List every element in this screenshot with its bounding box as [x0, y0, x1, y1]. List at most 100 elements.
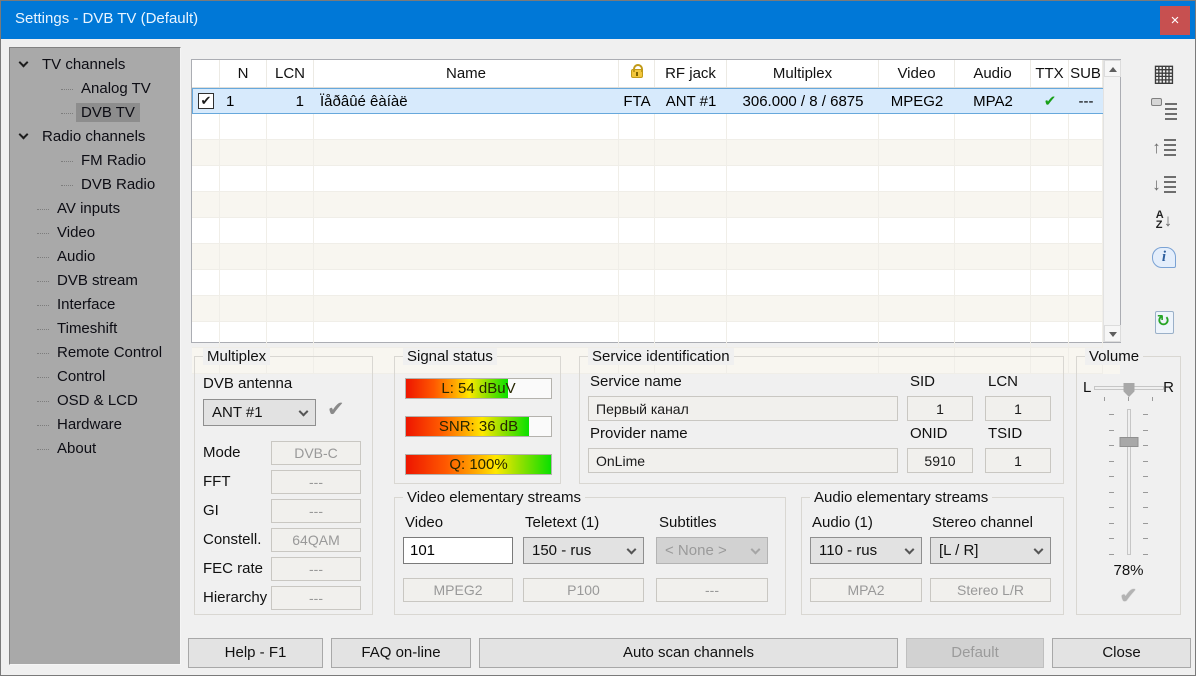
sidebar-item-hardware[interactable]: Hardware: [10, 413, 180, 437]
sidebar-item-av-inputs[interactable]: AV inputs: [10, 197, 180, 221]
mode-label: Mode: [203, 444, 241, 461]
chevron-down-icon[interactable]: [19, 130, 29, 140]
volume-slider[interactable]: [1127, 409, 1131, 555]
sidebar-item-control[interactable]: Control: [10, 365, 180, 389]
sidebar-item-interface[interactable]: Interface: [10, 293, 180, 317]
dvb-antenna-select[interactable]: ANT #1: [203, 399, 316, 426]
column-header-ttx[interactable]: TTX: [1031, 60, 1069, 87]
channel-enabled-checkbox[interactable]: ✔: [198, 93, 214, 109]
column-header-encryption[interactable]: [619, 60, 655, 87]
edit-channel-button[interactable]: [1147, 95, 1181, 127]
column-header-sub[interactable]: SUB: [1069, 60, 1103, 87]
video-pid-input[interactable]: [403, 537, 513, 564]
auto-scan-channels-button[interactable]: Auto scan channels: [479, 638, 898, 668]
sidebar-item-radio-channels[interactable]: Radio channels: [10, 125, 180, 149]
channel-table[interactable]: NLCNName RF jackMultiplexVideoAudioTTXSUB…: [191, 59, 1121, 343]
sidebar-item-label: DVB stream: [52, 271, 143, 290]
chevron-down-icon: [299, 406, 309, 416]
multiplex-group: Multiplex DVB antenna ANT #1 ✔ Mode FFT …: [194, 356, 373, 615]
hierarchy-label: Hierarchy: [203, 589, 267, 606]
balance-slider-thumb[interactable]: [1124, 383, 1135, 397]
group-title: Audio elementary streams: [810, 489, 992, 506]
stereo-channel-select[interactable]: [L / R]: [930, 537, 1051, 564]
cell-name: Ïåðâûé êàíàë: [314, 88, 619, 114]
chevron-down-icon[interactable]: [19, 58, 29, 68]
stereo-channel-label: Stereo channel: [932, 514, 1033, 531]
antenna-check-icon: ✔: [327, 397, 345, 422]
sidebar-item-label: AV inputs: [52, 199, 125, 218]
channel-info-button[interactable]: i: [1147, 241, 1181, 273]
sidebar-item-label: Control: [52, 367, 110, 386]
sidebar-item-dvb-radio[interactable]: DVB Radio: [10, 173, 180, 197]
help-button[interactable]: Help - F1: [188, 638, 323, 668]
column-header-multiplex[interactable]: Multiplex: [727, 60, 879, 87]
cell-video: MPEG2: [879, 88, 955, 114]
sort-az-icon: AZ: [1156, 210, 1164, 230]
scroll-up-button[interactable]: [1104, 60, 1121, 77]
scroll-down-button[interactable]: [1104, 325, 1121, 342]
move-up-button[interactable]: ↑: [1147, 131, 1181, 163]
signal-status-group: Signal status L: 54 dBuV SNR: 36 dB Q: 1…: [394, 356, 561, 484]
sidebar-item-analog-tv[interactable]: Analog TV: [10, 77, 180, 101]
column-header-audio[interactable]: Audio: [955, 60, 1031, 87]
group-title: Signal status: [403, 348, 497, 365]
channel-grid-button[interactable]: ▦: [1147, 58, 1181, 90]
teletext-select[interactable]: 150 - rus: [523, 537, 644, 564]
column-header-n[interactable]: N: [220, 60, 267, 87]
table-row-empty: [192, 270, 1120, 296]
window-title: Settings - DVB TV (Default): [15, 10, 198, 27]
onid-value: 5910: [907, 448, 973, 473]
sidebar-item-fm-radio[interactable]: FM Radio: [10, 149, 180, 173]
move-down-button[interactable]: ↓: [1147, 168, 1181, 200]
column-header-rf-jack[interactable]: RF jack: [655, 60, 727, 87]
arrow-down-icon: ↓: [1152, 176, 1161, 193]
ttx-check-icon: MPA2: [973, 93, 1013, 110]
refresh-list-button[interactable]: ↻: [1147, 306, 1181, 338]
column-header-lcn[interactable]: LCN: [267, 60, 314, 87]
fft-value: ---: [271, 470, 361, 494]
balance-slider[interactable]: [1094, 386, 1164, 390]
sort-az-button[interactable]: AZ ↓: [1147, 204, 1181, 236]
table-row[interactable]: ✔ 1 1 Ïåðâûé êàíàë FTA ANT #1 306.000 / …: [192, 88, 1120, 114]
column-header-checkbox[interactable]: [192, 60, 220, 87]
sidebar-item-dvb-stream[interactable]: DVB stream: [10, 269, 180, 293]
padlock-icon: [631, 69, 643, 78]
table-row-empty: [192, 244, 1120, 270]
sidebar-item-video[interactable]: Video: [10, 221, 180, 245]
titlebar[interactable]: Settings - DVB TV (Default) ×: [1, 1, 1195, 39]
cell-access: FTA: [619, 88, 655, 114]
fec-rate-label: FEC rate: [203, 560, 263, 577]
video-streams-group: Video elementary streams Video Teletext …: [394, 497, 786, 615]
lcn-value: 1: [985, 396, 1051, 421]
edit-item-icon: [1151, 98, 1162, 106]
sidebar-item-tv-channels[interactable]: TV channels: [10, 53, 180, 77]
sidebar-item-label: TV channels: [37, 55, 130, 74]
table-scrollbar[interactable]: [1103, 60, 1120, 342]
sidebar-item-timeshift[interactable]: Timeshift: [10, 317, 180, 341]
volume-apply-button[interactable]: ✔: [1077, 583, 1180, 609]
default-button[interactable]: Default: [906, 638, 1044, 668]
audio-select[interactable]: 110 - rus: [810, 537, 922, 564]
sidebar-item-dvb-tv[interactable]: DVB TV: [10, 101, 180, 125]
arrow-up-icon: ↑: [1152, 139, 1161, 156]
column-header-video[interactable]: Video: [879, 60, 955, 87]
chevron-down-icon: [751, 544, 761, 554]
sidebar-item-osd-lcd[interactable]: OSD & LCD: [10, 389, 180, 413]
column-header-name[interactable]: Name: [314, 60, 619, 87]
service-name-value: Первый канал: [588, 396, 898, 421]
volume-slider-thumb[interactable]: [1119, 437, 1138, 447]
sidebar-item-about[interactable]: About: [10, 437, 180, 461]
tsid-label: TSID: [988, 425, 1022, 442]
subtitles-select[interactable]: < None >: [656, 537, 768, 564]
sidebar-item-audio[interactable]: Audio: [10, 245, 180, 269]
faq-online-button[interactable]: FAQ on-line: [331, 638, 471, 668]
sidebar-item-remote-control[interactable]: Remote Control: [10, 341, 180, 365]
sid-value: 1: [907, 396, 973, 421]
close-button[interactable]: Close: [1052, 638, 1191, 668]
audio-codec-value: MPA2: [810, 578, 922, 602]
close-window-button[interactable]: ×: [1160, 6, 1190, 35]
table-row-empty: [192, 140, 1120, 166]
chevron-down-icon: [627, 544, 637, 554]
service-identification-group: Service identification Service name SID …: [579, 356, 1064, 484]
check-outline-icon: ✔: [1119, 583, 1137, 608]
